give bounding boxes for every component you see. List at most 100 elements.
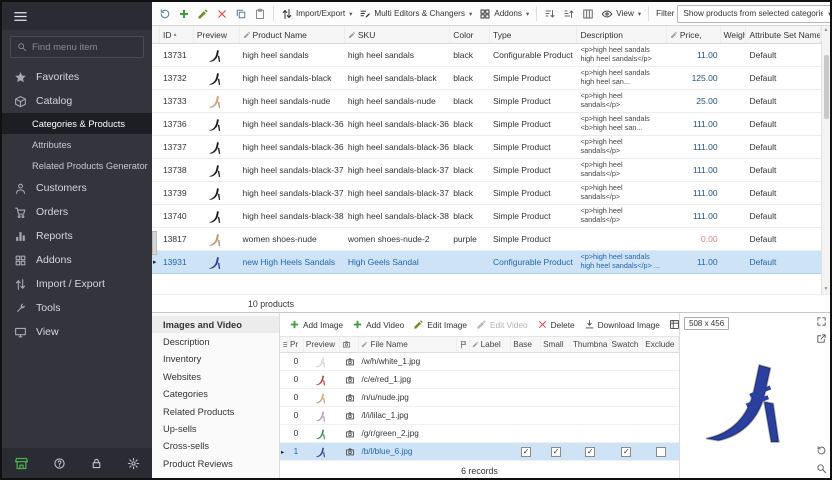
sidebar-item-attributes[interactable]: Attributes <box>2 134 152 155</box>
menu-icon[interactable] <box>13 9 28 24</box>
img-col-swatch[interactable]: Swatch <box>610 337 644 352</box>
image-row[interactable]: ▸1/b/l/blue_6.jpg✓✓✓✓ <box>280 443 679 461</box>
image-row[interactable]: 0/n/u/nude.jpg <box>280 389 679 407</box>
col-price[interactable]: Price, <box>667 26 721 43</box>
zoom-icon[interactable] <box>816 463 827 474</box>
product-row[interactable]: 13738high heel sandals-black-37high heel… <box>152 159 821 182</box>
col-description[interactable]: Description <box>577 26 666 43</box>
view-menu[interactable]: View▾ <box>598 6 644 22</box>
add-product-button[interactable] <box>175 6 193 22</box>
product-row[interactable]: 13737high heel sandals-black-36high heel… <box>152 136 821 159</box>
scroll-down-arrow[interactable]: ▼ <box>824 285 829 294</box>
sidebar-item-related-products-generator[interactable]: Related Products Generator <box>2 155 152 176</box>
store-icon[interactable] <box>14 456 29 471</box>
tab-inventory[interactable]: Inventory <box>152 351 279 368</box>
delete-button[interactable]: Delete <box>534 317 578 332</box>
col-sku[interactable]: SKU <box>345 26 450 43</box>
lock-icon[interactable] <box>90 457 103 470</box>
splitter-handle[interactable] <box>152 231 157 255</box>
tab-websites[interactable]: Websites <box>152 368 279 385</box>
tab-related-products[interactable]: Related Products <box>152 403 279 420</box>
col-color[interactable]: Color <box>450 26 490 43</box>
open-in-window-icon[interactable] <box>816 333 827 344</box>
sidebar-item-view[interactable]: View <box>2 320 152 344</box>
image-row[interactable]: 0/l/i/lilac_1.jpg <box>280 407 679 425</box>
paste-button[interactable] <box>251 6 269 22</box>
edit-video-button[interactable]: Edit Video <box>473 317 531 332</box>
sort-descending-button[interactable] <box>560 6 578 22</box>
columns-button[interactable] <box>579 6 597 22</box>
sidebar-item-reports[interactable]: Reports <box>2 224 152 248</box>
tab-product-reviews[interactable]: Product Reviews <box>152 455 279 472</box>
img-col-label[interactable]: Label <box>470 337 512 352</box>
scroll-up-arrow[interactable]: ▲ <box>824 26 829 35</box>
sidebar-item-addons[interactable]: Addons <box>2 248 152 272</box>
sidebar-item-orders[interactable]: Orders <box>2 200 152 224</box>
small-checkbox[interactable]: ✓ <box>551 447 561 457</box>
col-attribute-set-name[interactable]: Attribute Set Name <box>746 26 821 43</box>
menu-search-input[interactable] <box>32 42 137 53</box>
scrollbar-thumb[interactable] <box>824 55 829 119</box>
fullscreen-icon[interactable] <box>816 316 827 327</box>
set-resize-rule-menu[interactable]: Set Resize Rule▾ <box>666 317 679 332</box>
sidebar-item-favorites[interactable]: Favorites <box>2 65 152 89</box>
sidebar-item-import-export[interactable]: Import / Export <box>2 272 152 296</box>
tab-cross-sells[interactable]: Cross-sells <box>152 438 279 455</box>
col-product-name[interactable]: Product Name <box>240 26 345 43</box>
product-row[interactable]: 13732high heel sandals-blackhigh heel sa… <box>152 67 821 90</box>
image-row[interactable]: 0/g/r/green_2.jpg <box>280 425 679 443</box>
sidebar-item-categories-products[interactable]: Categories & Products <box>2 113 152 134</box>
col-id[interactable]: ID▴ <box>160 26 194 43</box>
product-row[interactable]: 13733high heel sandals-nudehigh heel san… <box>152 90 821 113</box>
product-row[interactable]: ▸13931new High Heels SandalsHigh Geels S… <box>152 251 821 274</box>
add-image-button[interactable]: Add Image <box>286 317 346 332</box>
col-weight[interactable]: Weight <box>721 26 747 43</box>
import-export-menu[interactable]: Import/Export▾ <box>278 6 355 22</box>
multi-editors-changers-menu[interactable]: Multi Editors & Changers▾ <box>356 6 475 22</box>
sidebar-item-customers[interactable]: Customers <box>2 176 152 200</box>
sidebar-item-tools[interactable]: Tools <box>2 296 152 320</box>
base-checkbox[interactable]: ✓ <box>521 447 531 457</box>
category-filter-select[interactable]: Show products from selected categories▾ <box>677 5 830 23</box>
cell-type: Simple Product <box>490 159 577 181</box>
sidebar-item-catalog[interactable]: Catalog <box>2 89 152 113</box>
tab-up-sells[interactable]: Up-sells <box>152 420 279 437</box>
col-preview[interactable]: Preview <box>194 26 240 43</box>
img-col-position[interactable]: Pr <box>288 337 304 352</box>
img-col-thumbnail[interactable]: Thumbna <box>571 337 610 352</box>
product-row[interactable]: 13739high heel sandals-black-37high heel… <box>152 182 821 205</box>
edit-image-button[interactable]: Edit Image <box>410 317 470 332</box>
product-row[interactable]: 13740high heel sandals-black-38high heel… <box>152 205 821 228</box>
tab-description[interactable]: Description <box>152 333 279 350</box>
addons-menu[interactable]: Addons▾ <box>476 6 532 22</box>
gear-icon[interactable] <box>127 457 140 470</box>
sidebar-search[interactable] <box>10 36 144 58</box>
help-icon[interactable] <box>53 457 66 470</box>
exclude-checkbox[interactable] <box>656 447 666 457</box>
product-row[interactable]: 13731high heel sandalshigh heel sandalsb… <box>152 44 821 67</box>
tab-categories[interactable]: Categories <box>152 386 279 403</box>
sort-ascending-button[interactable] <box>541 6 559 22</box>
product-row[interactable]: 13817women shoes-nudewomen shoes-nude-2p… <box>152 228 821 251</box>
img-col-small[interactable]: Small <box>541 337 571 352</box>
thumbnail-checkbox[interactable]: ✓ <box>585 447 595 457</box>
img-col-base[interactable]: Base <box>511 337 541 352</box>
reload-image-icon[interactable] <box>816 445 827 456</box>
download-image-button[interactable]: Download Image <box>581 317 663 332</box>
image-row[interactable]: 0/c/e/red_1.jpg <box>280 371 679 389</box>
refresh-button[interactable] <box>156 6 174 22</box>
col-type[interactable]: Type <box>490 26 577 43</box>
tab-images-and-video[interactable]: Images and Video <box>152 316 279 333</box>
copy-button[interactable] <box>232 6 250 22</box>
add-video-button[interactable]: Add Video <box>349 317 407 332</box>
edit-product-button[interactable] <box>194 6 212 22</box>
vertical-scrollbar[interactable]: ▲ ▼ <box>821 26 830 294</box>
img-col-file-name[interactable]: File Name <box>359 337 456 352</box>
swatch-checkbox[interactable]: ✓ <box>621 447 631 457</box>
images-grid-body: 0/w/h/white_1.jpg0/c/e/red_1.jpg0/n/u/nu… <box>280 353 679 461</box>
product-row[interactable]: 13736high heel sandals-black-36high heel… <box>152 113 821 136</box>
delete-product-button[interactable] <box>213 6 231 22</box>
img-col-exclude[interactable]: Exclude <box>643 337 679 352</box>
img-col-preview[interactable]: Preview <box>304 337 340 352</box>
image-row[interactable]: 0/w/h/white_1.jpg <box>280 353 679 371</box>
